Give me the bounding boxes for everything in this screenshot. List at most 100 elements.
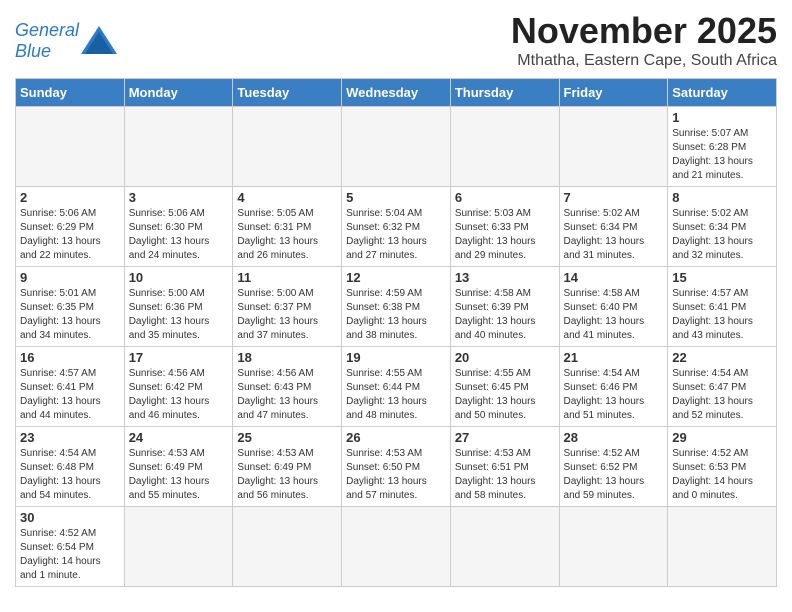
calendar-cell xyxy=(342,507,451,587)
calendar-week-row: 23 Sunrise: 4:54 AM Sunset: 6:48 PM Dayli… xyxy=(16,427,777,507)
day-number: 20 xyxy=(455,350,555,365)
calendar-cell xyxy=(342,107,451,187)
day-info: Sunrise: 5:01 AM Sunset: 6:35 PM Dayligh… xyxy=(20,287,120,343)
day-info: Sunrise: 4:53 AM Sunset: 6:49 PM Dayligh… xyxy=(129,447,229,503)
day-info: Sunrise: 5:04 AM Sunset: 6:32 PM Dayligh… xyxy=(346,207,446,263)
weekday-header-thursday: Thursday xyxy=(450,79,559,107)
calendar-cell: 28Sunrise: 4:52 AM Sunset: 6:52 PM Dayli… xyxy=(559,427,668,507)
calendar-cell xyxy=(450,507,559,587)
day-number: 1 xyxy=(672,110,772,125)
day-number: 27 xyxy=(455,430,555,445)
day-info: Sunrise: 4:58 AM Sunset: 6:39 PM Dayligh… xyxy=(455,287,555,343)
day-info: Sunrise: 5:06 AM Sunset: 6:30 PM Dayligh… xyxy=(129,207,229,263)
calendar-cell: 4 Sunrise: 5:05 AM Sunset: 6:31 PM Daylig… xyxy=(233,187,342,267)
day-info: Sunrise: 4:56 AM Sunset: 6:43 PM Dayligh… xyxy=(237,367,337,423)
calendar-cell: 29Sunrise: 4:52 AM Sunset: 6:53 PM Dayli… xyxy=(668,427,777,507)
calendar-cell xyxy=(668,507,777,587)
calendar-week-row: 9 Sunrise: 5:01 AM Sunset: 6:35 PM Daylig… xyxy=(16,267,777,347)
day-number: 11 xyxy=(237,270,337,285)
day-number: 7 xyxy=(564,190,664,205)
day-info: Sunrise: 4:52 AM Sunset: 6:52 PM Dayligh… xyxy=(564,447,664,503)
calendar-cell: 24 Sunrise: 4:53 AM Sunset: 6:49 PM Dayli… xyxy=(124,427,233,507)
calendar-week-row: 2 Sunrise: 5:06 AM Sunset: 6:29 PM Daylig… xyxy=(16,187,777,267)
day-info: Sunrise: 4:54 AM Sunset: 6:47 PM Dayligh… xyxy=(672,367,772,423)
logo-blue: Blue xyxy=(15,41,51,61)
weekday-header-wednesday: Wednesday xyxy=(342,79,451,107)
day-info: Sunrise: 5:05 AM Sunset: 6:31 PM Dayligh… xyxy=(237,207,337,263)
day-info: Sunrise: 4:56 AM Sunset: 6:42 PM Dayligh… xyxy=(129,367,229,423)
day-info: Sunrise: 5:02 AM Sunset: 6:34 PM Dayligh… xyxy=(564,207,664,263)
day-number: 4 xyxy=(237,190,337,205)
calendar-week-row: 30Sunrise: 4:52 AM Sunset: 6:54 PM Dayli… xyxy=(16,507,777,587)
logo-blue-text: Blue xyxy=(15,41,51,61)
day-number: 25 xyxy=(237,430,337,445)
day-number: 9 xyxy=(20,270,120,285)
calendar-cell: 19 Sunrise: 4:55 AM Sunset: 6:44 PM Dayli… xyxy=(342,347,451,427)
day-number: 21 xyxy=(564,350,664,365)
calendar-cell: 30Sunrise: 4:52 AM Sunset: 6:54 PM Dayli… xyxy=(16,507,125,587)
weekday-header-friday: Friday xyxy=(559,79,668,107)
calendar-cell: 23 Sunrise: 4:54 AM Sunset: 6:48 PM Dayli… xyxy=(16,427,125,507)
weekday-header-monday: Monday xyxy=(124,79,233,107)
day-info: Sunrise: 4:57 AM Sunset: 6:41 PM Dayligh… xyxy=(20,367,120,423)
calendar-header-row: SundayMondayTuesdayWednesdayThursdayFrid… xyxy=(16,79,777,107)
day-number: 8 xyxy=(672,190,772,205)
calendar-cell: 13 Sunrise: 4:58 AM Sunset: 6:39 PM Dayli… xyxy=(450,267,559,347)
day-info: Sunrise: 4:57 AM Sunset: 6:41 PM Dayligh… xyxy=(672,287,772,343)
calendar-cell: 20 Sunrise: 4:55 AM Sunset: 6:45 PM Dayli… xyxy=(450,347,559,427)
day-number: 16 xyxy=(20,350,120,365)
calendar-cell: 12 Sunrise: 4:59 AM Sunset: 6:38 PM Dayli… xyxy=(342,267,451,347)
day-number: 23 xyxy=(20,430,120,445)
day-info: Sunrise: 4:54 AM Sunset: 6:48 PM Dayligh… xyxy=(20,447,120,503)
calendar-cell: 5 Sunrise: 5:04 AM Sunset: 6:32 PM Daylig… xyxy=(342,187,451,267)
day-number: 19 xyxy=(346,350,446,365)
calendar-cell xyxy=(124,507,233,587)
calendar-cell xyxy=(233,107,342,187)
calendar-cell: 1 Sunrise: 5:07 AM Sunset: 6:28 PM Daylig… xyxy=(668,107,777,187)
calendar-cell: 22 Sunrise: 4:54 AM Sunset: 6:47 PM Dayli… xyxy=(668,347,777,427)
day-number: 22 xyxy=(672,350,772,365)
calendar-week-row: 1 Sunrise: 5:07 AM Sunset: 6:28 PM Daylig… xyxy=(16,107,777,187)
logo: General Blue xyxy=(15,20,117,62)
day-number: 24 xyxy=(129,430,229,445)
calendar-week-row: 16 Sunrise: 4:57 AM Sunset: 6:41 PM Dayli… xyxy=(16,347,777,427)
title-section: November 2025 Mthatha, Eastern Cape, Sou… xyxy=(511,10,777,70)
calendar-cell: 26 Sunrise: 4:53 AM Sunset: 6:50 PM Dayli… xyxy=(342,427,451,507)
day-info: Sunrise: 5:06 AM Sunset: 6:29 PM Dayligh… xyxy=(20,207,120,263)
day-number: 18 xyxy=(237,350,337,365)
calendar-cell xyxy=(450,107,559,187)
day-number: 12 xyxy=(346,270,446,285)
weekday-header-tuesday: Tuesday xyxy=(233,79,342,107)
calendar-cell: 6Sunrise: 5:03 AM Sunset: 6:33 PM Daylig… xyxy=(450,187,559,267)
day-number: 30 xyxy=(20,510,120,525)
day-info: Sunrise: 5:07 AM Sunset: 6:28 PM Dayligh… xyxy=(672,127,772,183)
day-number: 3 xyxy=(129,190,229,205)
day-info: Sunrise: 4:59 AM Sunset: 6:38 PM Dayligh… xyxy=(346,287,446,343)
calendar-cell: 9 Sunrise: 5:01 AM Sunset: 6:35 PM Daylig… xyxy=(16,267,125,347)
day-info: Sunrise: 4:54 AM Sunset: 6:46 PM Dayligh… xyxy=(564,367,664,423)
calendar-cell: 16 Sunrise: 4:57 AM Sunset: 6:41 PM Dayli… xyxy=(16,347,125,427)
calendar-cell: 17Sunrise: 4:56 AM Sunset: 6:42 PM Dayli… xyxy=(124,347,233,427)
day-info: Sunrise: 4:55 AM Sunset: 6:44 PM Dayligh… xyxy=(346,367,446,423)
day-number: 26 xyxy=(346,430,446,445)
day-number: 10 xyxy=(129,270,229,285)
logo-icon xyxy=(81,26,117,54)
calendar-cell xyxy=(233,507,342,587)
calendar-cell: 14Sunrise: 4:58 AM Sunset: 6:40 PM Dayli… xyxy=(559,267,668,347)
logo-general: General xyxy=(15,20,79,40)
day-info: Sunrise: 4:53 AM Sunset: 6:51 PM Dayligh… xyxy=(455,447,555,503)
calendar-cell: 15Sunrise: 4:57 AM Sunset: 6:41 PM Dayli… xyxy=(668,267,777,347)
day-info: Sunrise: 4:52 AM Sunset: 6:53 PM Dayligh… xyxy=(672,447,772,503)
day-number: 2 xyxy=(20,190,120,205)
day-number: 14 xyxy=(564,270,664,285)
month-title: November 2025 xyxy=(511,10,777,52)
day-info: Sunrise: 5:00 AM Sunset: 6:36 PM Dayligh… xyxy=(129,287,229,343)
calendar-cell: 25Sunrise: 4:53 AM Sunset: 6:49 PM Dayli… xyxy=(233,427,342,507)
day-number: 5 xyxy=(346,190,446,205)
day-info: Sunrise: 4:55 AM Sunset: 6:45 PM Dayligh… xyxy=(455,367,555,423)
day-info: Sunrise: 4:53 AM Sunset: 6:50 PM Dayligh… xyxy=(346,447,446,503)
calendar-cell: 7 Sunrise: 5:02 AM Sunset: 6:34 PM Daylig… xyxy=(559,187,668,267)
calendar-cell: 3 Sunrise: 5:06 AM Sunset: 6:30 PM Daylig… xyxy=(124,187,233,267)
day-number: 13 xyxy=(455,270,555,285)
calendar-cell xyxy=(124,107,233,187)
